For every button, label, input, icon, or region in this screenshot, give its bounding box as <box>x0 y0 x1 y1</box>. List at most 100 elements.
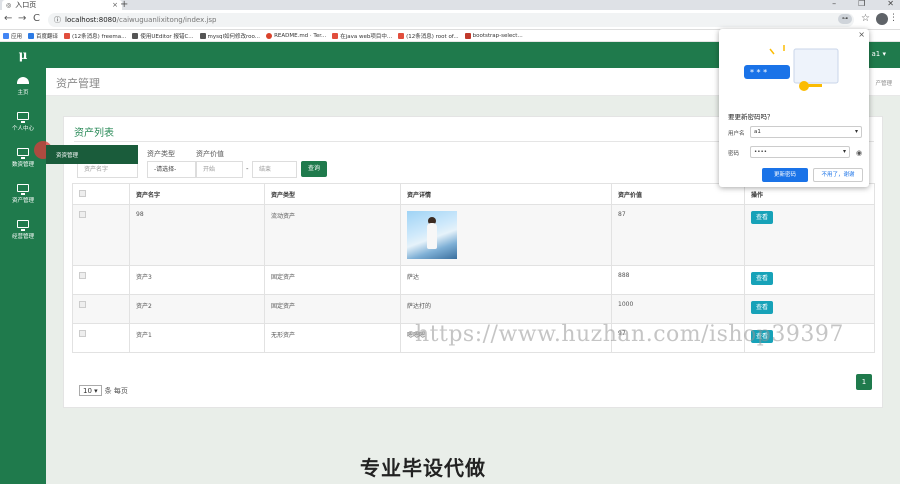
pagination-page-1[interactable]: 1 <box>856 374 872 390</box>
asset-name-cell: 98 <box>129 204 265 266</box>
gauge-icon <box>17 76 29 84</box>
row-select-cell <box>72 323 130 353</box>
bookmark-item[interactable]: 百度翻译 <box>28 32 58 40</box>
page-size-suffix: 条 每页 <box>104 386 128 395</box>
view-button[interactable]: 查看 <box>751 301 773 314</box>
bookmark-favicon <box>28 32 35 39</box>
bookmark-favicon <box>199 32 206 39</box>
table-row[interactable]: 资产2 固定资产 萨达打的 1000 查看 <box>72 294 875 324</box>
asset-value-cell: 1000 <box>611 294 745 324</box>
select-all-header <box>72 183 130 205</box>
view-button[interactable]: 查看 <box>751 272 773 285</box>
asset-type-cell: 固定资产 <box>264 265 401 295</box>
asset-value-cell: 87 <box>611 204 745 266</box>
no-thanks-button[interactable]: 不用了，谢谢 <box>813 168 863 182</box>
app-logo[interactable]: μ <box>0 42 46 68</box>
maximize-button[interactable]: ❐ <box>858 0 865 8</box>
sidebar: μ 主页 个人中心 数资管理 资产管理 经营管理 <box>0 42 46 484</box>
tab-title: 入口页 <box>15 1 37 9</box>
page-title: 资产管理 <box>56 77 100 90</box>
reload-icon[interactable]: C <box>33 13 40 24</box>
sidebar-item-home[interactable]: 主页 <box>0 70 46 104</box>
bookmark-favicon <box>464 32 471 39</box>
bookmark-favicon <box>332 32 339 39</box>
bookmark-item[interactable]: bootstrap-select... <box>464 32 523 39</box>
url-input[interactable]: ⓘ localhost:8080/caiwuguanlixitong/index… <box>48 13 854 27</box>
chevron-down-icon: ▾ <box>842 148 846 155</box>
asset-name-cell: 资产2 <box>129 294 265 324</box>
bookmark-item[interactable]: (12条消息) freema... <box>64 32 126 40</box>
column-header: 资产类型 <box>264 183 401 205</box>
row-checkbox[interactable] <box>79 211 86 218</box>
close-icon[interactable]: × <box>858 30 865 39</box>
sidebar-item-label: 资产管理 <box>11 198 34 204</box>
asset-value-cell: 888 <box>611 265 745 295</box>
row-checkbox[interactable] <box>79 330 86 337</box>
range-dash: - <box>246 165 249 173</box>
bookmark-item[interactable]: 使用UEditor 报错C... <box>132 32 194 40</box>
sidebar-item-business[interactable]: 经营管理 <box>0 214 46 248</box>
key-icon[interactable]: ⊶ <box>838 14 852 24</box>
username-label: 用户名 <box>728 131 745 137</box>
row-checkbox[interactable] <box>79 272 86 279</box>
column-header: 资产详情 <box>400 183 612 205</box>
bookmark-star-icon[interactable]: ☆ <box>861 13 870 24</box>
query-button[interactable]: 查询 <box>301 161 327 177</box>
new-tab-button[interactable]: + <box>120 0 128 10</box>
eye-icon[interactable]: ◉ <box>856 149 862 157</box>
sidebar-item-assets[interactable]: 资产管理 <box>0 178 46 212</box>
bookmark-item[interactable]: mysql如何修改roo... <box>199 32 260 40</box>
view-button[interactable]: 查看 <box>751 211 773 224</box>
window-controls: – ❐ ✕ <box>832 0 894 8</box>
asset-detail-cell <box>400 204 612 266</box>
chevron-down-icon: ▾ <box>854 128 858 135</box>
sidebar-flyout-item[interactable]: 资资管理 <box>46 145 138 164</box>
back-icon[interactable]: ← <box>4 13 12 24</box>
bookmark-item[interactable]: README.md · Ter... <box>266 32 326 39</box>
forward-icon[interactable]: → <box>18 13 26 24</box>
row-checkbox[interactable] <box>79 301 86 308</box>
asset-name-cell: 资产1 <box>129 323 265 353</box>
page-size-select[interactable]: 10 ▾ <box>79 385 102 396</box>
asset-image <box>407 211 457 259</box>
watermark-text: https://www.huzhan.com/ishop39397 <box>415 322 844 347</box>
type-filter-label: 资产类型 <box>147 150 175 158</box>
browser-menu-icon[interactable]: ⋮ <box>889 13 898 23</box>
bookmark-item[interactable]: 在java web项目中... <box>332 32 392 40</box>
minimize-button[interactable]: – <box>832 0 836 8</box>
svg-text:* * *: * * * <box>750 68 767 77</box>
value-filter-label: 资产价值 <box>196 150 224 158</box>
value-end-input[interactable]: 结束 <box>252 161 297 178</box>
bookmark-item[interactable]: (12条消息) root of... <box>398 32 459 40</box>
value-start-input[interactable]: 开始 <box>196 161 243 178</box>
browser-tab[interactable]: ◎ 入口页 × <box>2 0 122 10</box>
table-row[interactable]: 资产3 固定资产 萨达 888 查看 <box>72 265 875 295</box>
breadcrumb[interactable]: 产管理 <box>875 79 892 87</box>
sidebar-item-personal[interactable]: 个人中心 <box>0 106 46 140</box>
browser-tab-bar: ◎ 入口页 × + – ❐ ✕ <box>0 0 900 10</box>
asset-type-select[interactable]: -请选择- <box>147 161 196 178</box>
asset-name-cell: 资产3 <box>129 265 265 295</box>
sidebar-item-label: 主页 <box>17 90 29 96</box>
bookmark-item[interactable]: 应用 <box>3 32 22 40</box>
url-host: localhost:8080 <box>65 16 117 24</box>
username-field[interactable]: a1 ▾ <box>750 126 862 138</box>
profile-avatar-icon[interactable] <box>876 13 888 25</box>
select-all-checkbox[interactable] <box>79 189 86 197</box>
row-select-cell <box>72 204 130 266</box>
password-illustration: * * * <box>744 45 839 91</box>
password-field[interactable]: •••• ▾ <box>750 146 850 158</box>
table-row[interactable]: 98 流动资产 87 查看 <box>72 204 875 266</box>
apps-icon <box>3 32 9 39</box>
asset-type-cell: 固定资产 <box>264 294 401 324</box>
monitor-icon <box>17 184 29 195</box>
action-cell: 查看 <box>744 204 875 266</box>
sidebar-item-label: 个人中心 <box>11 126 34 132</box>
tab-close-icon[interactable]: × <box>112 1 118 9</box>
bottom-caption: 专业毕设代做 <box>360 456 486 480</box>
popup-question: 要更新密码吗？ <box>728 113 774 121</box>
action-cell: 查看 <box>744 294 875 324</box>
update-password-button[interactable]: 更新密码 <box>762 168 808 182</box>
user-menu[interactable]: a1 ▾ <box>872 50 886 58</box>
close-window-button[interactable]: ✕ <box>887 0 894 8</box>
